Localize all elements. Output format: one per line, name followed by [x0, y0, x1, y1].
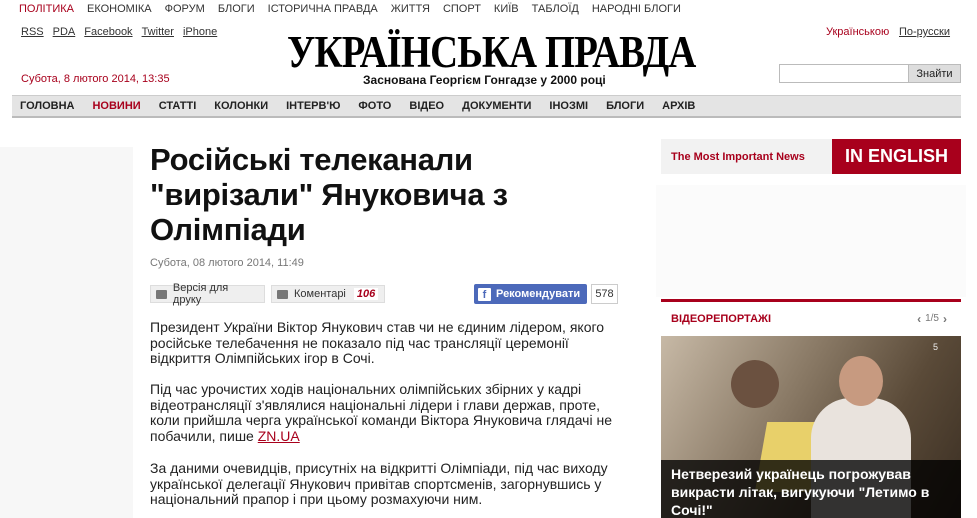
top-nav-item-people-blogs[interactable]: НАРОДНІ БЛОГИ [592, 3, 681, 15]
print-label: Версія для друку [172, 282, 229, 306]
left-ad-area [0, 147, 133, 518]
site-tagline: Заснована Георгієм Гонгадзе у 2000 році [363, 73, 606, 87]
top-nav-item-politics[interactable]: ПОЛІТИКА [19, 3, 74, 15]
printer-icon [156, 289, 167, 299]
right-banner-area [656, 185, 966, 297]
facebook-recommend-button[interactable]: f Рекомендувати [474, 284, 587, 304]
lang-russian[interactable]: По-русски [899, 26, 950, 38]
video-reports-header: ВІДЕОРЕПОРТАЖІ ‹ 1/5 › [661, 299, 961, 335]
facebook-link[interactable]: Facebook [84, 26, 132, 38]
main-nav: ГОЛОВНА НОВИНИ СТАТТІ КОЛОНКИ ІНТЕРВ'Ю Ф… [12, 95, 961, 118]
top-nav-item-history[interactable]: ІСТОРИЧНА ПРАВДА [268, 3, 378, 15]
twitter-link[interactable]: Twitter [142, 26, 174, 38]
source-link[interactable]: ZN.UA [258, 428, 300, 444]
top-nav-item-kyiv[interactable]: КИЇВ [494, 3, 519, 15]
facebook-icon: f [478, 287, 491, 301]
nav-documents[interactable]: ДОКУМЕНТИ [462, 100, 531, 112]
video-caption[interactable]: Нетверезий українець погрожував викрасти… [661, 460, 961, 518]
fb-recommend-label: Рекомендувати [496, 288, 581, 300]
video-reports-label: ВІДЕОРЕПОРТАЖІ [671, 312, 772, 325]
nav-foreign-media[interactable]: ІНОЗМІ [549, 100, 588, 112]
top-nav: ПОЛІТИКА ЕКОНОМІКА ФОРУМ БЛОГИ ІСТОРИЧНА… [0, 0, 977, 18]
search-input[interactable] [779, 64, 909, 83]
comments-count: 106 [353, 288, 379, 300]
top-nav-item-blogs[interactable]: БЛОГИ [218, 3, 255, 15]
article-paragraph-2: Під час урочистих ходів національних олі… [150, 381, 620, 444]
comment-icon [277, 289, 288, 299]
current-date: Субота, 8 лютого 2014, 13:35 [21, 73, 170, 85]
rss-link[interactable]: RSS [21, 26, 44, 38]
top-nav-item-life[interactable]: ЖИТТЯ [391, 3, 430, 15]
channel-logo-icon: 5 [933, 342, 939, 352]
top-nav-item-sport[interactable]: СПОРТ [443, 3, 481, 15]
article-paragraph-2-text: Під час урочистих ходів національних олі… [150, 381, 612, 444]
nav-articles[interactable]: СТАТТІ [159, 100, 197, 112]
top-nav-item-economics[interactable]: ЕКОНОМІКА [87, 3, 152, 15]
in-english-button[interactable]: IN ENGLISH [832, 139, 961, 174]
nav-columns[interactable]: КОЛОНКИ [214, 100, 268, 112]
video-thumbnail[interactable]: 5 Нетверезий українець погрожував викрас… [661, 336, 961, 518]
service-links: RSS PDA Facebook Twitter iPhone [21, 26, 226, 38]
article-paragraph-1: Президент України Віктор Янукович став ч… [150, 319, 605, 366]
search-button[interactable]: Знайти [908, 64, 961, 83]
article-paragraph-3: За даними очевидців, присутніх на відкри… [150, 460, 608, 507]
site-logo[interactable]: УКРАЇНСЬКА ПРАВДА [287, 30, 696, 75]
fb-recommend-count: 578 [591, 284, 618, 304]
top-nav-item-tabloid[interactable]: ТАБЛОЇД [532, 3, 579, 15]
chevron-left-icon[interactable]: ‹ [917, 312, 921, 326]
article-title: Російські телеканали "вирізали" Янукович… [150, 142, 508, 247]
video-image-detail [731, 360, 779, 408]
nav-blogs[interactable]: БЛОГИ [606, 100, 644, 112]
pda-link[interactable]: PDA [53, 26, 76, 38]
article-date: Субота, 08 лютого 2014, 11:49 [150, 257, 304, 269]
comments-label: Коментарі [294, 288, 346, 300]
video-image-detail [839, 356, 883, 406]
video-pager-count: 1/5 [925, 313, 939, 324]
nav-archive[interactable]: АРХІВ [662, 100, 695, 112]
video-pager: ‹ 1/5 › [913, 312, 951, 326]
nav-video[interactable]: ВІДЕО [409, 100, 444, 112]
nav-home[interactable]: ГОЛОВНА [20, 100, 74, 112]
iphone-link[interactable]: iPhone [183, 26, 217, 38]
nav-photo[interactable]: ФОТО [358, 100, 391, 112]
lang-ukrainian[interactable]: Українською [826, 26, 889, 38]
nav-interview[interactable]: ІНТЕРВ'Ю [286, 100, 340, 112]
most-important-news-link[interactable]: The Most Important News [671, 151, 805, 163]
top-nav-item-forum[interactable]: ФОРУМ [165, 3, 205, 15]
nav-news[interactable]: НОВИНИ [92, 100, 140, 112]
chevron-right-icon[interactable]: › [943, 312, 947, 326]
print-version-button[interactable]: Версія для друку [150, 282, 265, 306]
comments-button[interactable]: Коментарі 106 [271, 285, 385, 303]
